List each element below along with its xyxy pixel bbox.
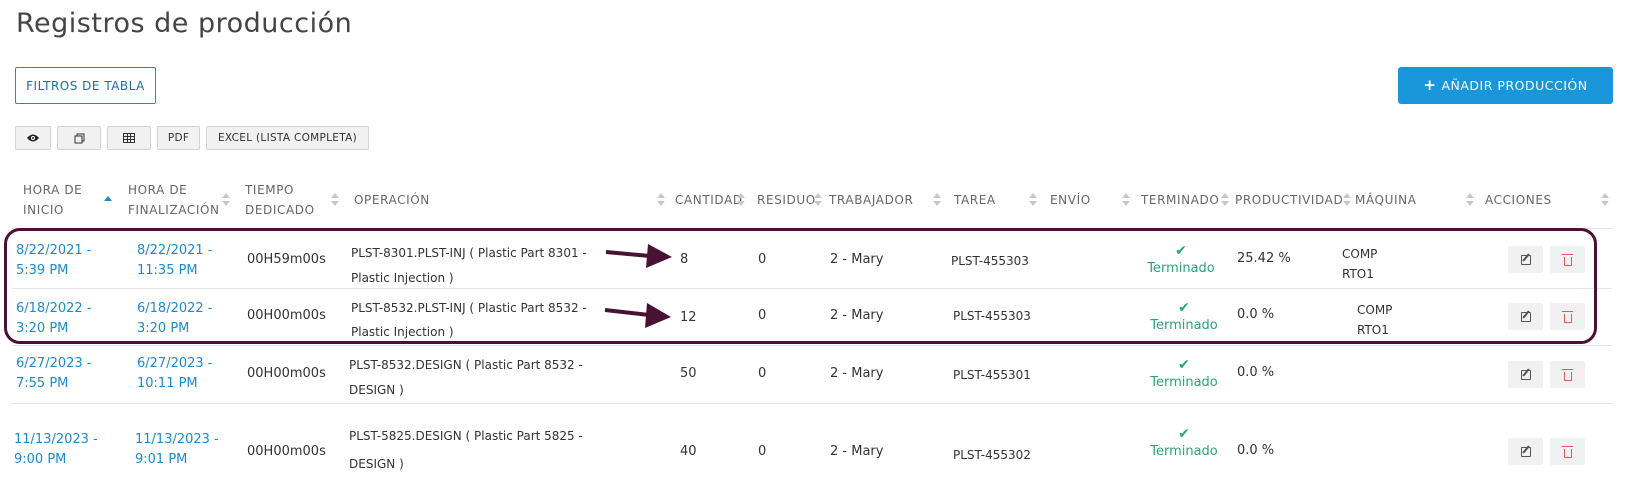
waste-value: 0 <box>758 444 767 459</box>
edit-button[interactable] <box>1508 438 1543 465</box>
delete-button[interactable] <box>1550 361 1585 388</box>
csv-button[interactable] <box>107 126 151 150</box>
row-divider <box>12 403 1612 404</box>
column-header-productivity[interactable]: PRODUCTIVIDAD <box>1235 190 1343 210</box>
time-spent: 00H00m00s <box>247 366 326 381</box>
productivity-value: 0.0 % <box>1237 443 1275 458</box>
start-time-link[interactable]: 11/13/2023 -9:00 PM <box>14 430 98 470</box>
sort-icon[interactable] <box>933 193 941 207</box>
edit-button[interactable] <box>1508 361 1543 388</box>
end-time-link[interactable]: 11/13/2023 -9:01 PM <box>135 430 219 470</box>
column-header-waste[interactable]: RESIDUO <box>757 190 816 210</box>
annotation-arrow <box>605 244 672 268</box>
row-divider <box>12 345 1612 346</box>
copy-button[interactable] <box>57 126 101 150</box>
table-icon <box>123 133 135 143</box>
operation-text: PLST-8532.DESIGN ( Plastic Part 8532 - DE… <box>349 358 583 397</box>
sort-icon[interactable] <box>737 193 745 207</box>
sort-icon[interactable] <box>657 193 665 207</box>
highlight-box <box>4 228 1597 344</box>
sort-icon[interactable] <box>331 193 339 207</box>
add-production-button[interactable]: + AÑADIR PRODUCCIÓN <box>1398 67 1613 104</box>
worker-name: 2 - Mary <box>830 366 884 381</box>
waste-value: 0 <box>758 366 767 381</box>
task-value: PLST-455301 <box>953 368 1031 382</box>
column-header-task[interactable]: TAREA <box>954 190 996 210</box>
column-header-machine[interactable]: MÁQUINA <box>1355 190 1417 210</box>
table-filters-button[interactable]: FILTROS DE TABLA <box>15 67 156 104</box>
excel-button[interactable]: EXCEL (LISTA COMPLETA) <box>206 126 369 150</box>
sort-icon[interactable] <box>814 193 822 207</box>
copy-icon <box>74 133 84 143</box>
column-header-quantity[interactable]: CANTIDAD <box>675 190 743 210</box>
done-status: ✔ Terminado <box>1144 426 1224 462</box>
annotation-arrow <box>604 303 671 328</box>
column-header-operation[interactable]: OPERACIÓN <box>354 190 430 210</box>
edit-icon <box>1520 369 1531 380</box>
start-time-link[interactable]: 6/27/2023 -7:55 PM <box>16 354 91 394</box>
time-spent: 00H00m00s <box>247 444 326 459</box>
end-time-link[interactable]: 6/27/2023 -10:11 PM <box>137 354 212 394</box>
sort-icon[interactable] <box>1466 193 1474 207</box>
pdf-button[interactable]: PDF <box>157 126 200 150</box>
trash-icon <box>1561 368 1573 381</box>
export-toolbar: PDF EXCEL (LISTA COMPLETA) <box>15 126 369 150</box>
sort-icon[interactable] <box>1221 193 1229 207</box>
trash-icon <box>1561 445 1573 458</box>
sort-icon[interactable] <box>1122 193 1130 207</box>
column-header-shipment[interactable]: ENVÍO <box>1050 190 1091 210</box>
column-header-start[interactable]: HORA DE INICIO <box>23 180 82 220</box>
column-header-end[interactable]: HORA DE FINALIZACIÓN <box>128 180 220 220</box>
quantity-value: 50 <box>680 366 697 381</box>
operation-text: PLST-5825.DESIGN ( Plastic Part 5825 - DE… <box>349 429 583 471</box>
edit-icon <box>1520 446 1531 457</box>
done-status: ✔ Terminado <box>1144 357 1224 393</box>
sort-asc-icon[interactable] <box>104 193 112 207</box>
column-visibility-button[interactable] <box>15 126 51 150</box>
check-icon: ✔ <box>1178 357 1190 373</box>
sort-icon[interactable] <box>1601 193 1609 207</box>
eye-icon <box>27 134 39 142</box>
worker-name: 2 - Mary <box>830 444 884 459</box>
productivity-value: 0.0 % <box>1237 365 1275 380</box>
column-header-time[interactable]: TIEMPO DEDICADO <box>245 180 315 220</box>
task-value: PLST-455302 <box>953 448 1031 462</box>
plus-icon: + <box>1423 76 1437 94</box>
page-title: Registros de producción <box>16 8 353 39</box>
column-header-actions[interactable]: ACCIONES <box>1485 190 1552 210</box>
sort-icon[interactable] <box>222 193 230 207</box>
sort-icon[interactable] <box>1343 193 1351 207</box>
add-production-label: AÑADIR PRODUCCIÓN <box>1441 78 1588 93</box>
column-header-worker[interactable]: TRABAJADOR <box>829 190 913 210</box>
column-header-done[interactable]: TERMINADO <box>1141 190 1219 210</box>
sort-icon[interactable] <box>1029 193 1037 207</box>
delete-button[interactable] <box>1550 438 1585 465</box>
check-icon: ✔ <box>1178 426 1190 442</box>
quantity-value: 40 <box>680 444 697 459</box>
